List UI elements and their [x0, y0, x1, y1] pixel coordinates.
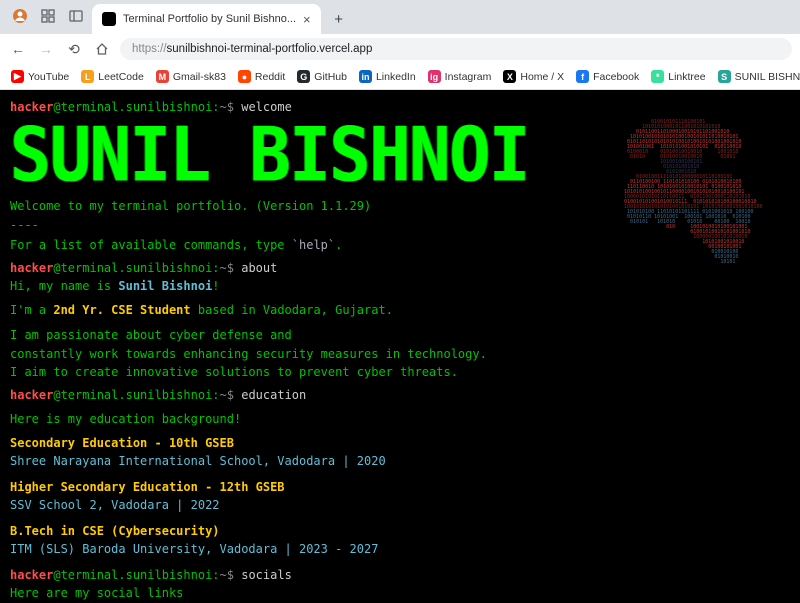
browser-tab[interactable]: Terminal Portfolio by Sunil Bishno... × [92, 4, 321, 34]
browser-toolbar: ← → ⟲ https://sunilbishnoi-terminal-port… [0, 34, 800, 64]
bookmark-icon: M [156, 70, 169, 83]
welcome-dashes: ---- [10, 216, 790, 235]
bookmark-label: SUNIL BISHNOI [735, 71, 800, 83]
bookmark-icon: S [718, 70, 731, 83]
bookmark-item[interactable]: X Home / X [498, 67, 569, 86]
bookmark-label: Facebook [593, 71, 639, 83]
bookmark-item[interactable]: L LeetCode [76, 67, 149, 86]
bookmark-label: LinkedIn [376, 71, 416, 83]
about-block: Hi, my name is Sunil Bishnoi! I'm a 2nd … [10, 277, 790, 382]
bookmark-icon: G [297, 70, 310, 83]
refresh-button[interactable]: ⟲ [64, 39, 84, 59]
bookmark-item[interactable]: S SUNIL BISHNOI [713, 67, 800, 86]
sidebar-icon[interactable] [68, 8, 84, 24]
bookmark-item[interactable]: in LinkedIn [354, 67, 421, 86]
forward-button: → [36, 39, 56, 59]
ascii-name-banner: SUNIL BISHNOI [10, 122, 790, 189]
prompt-line: hacker@terminal.sunilbishnoi:~$ educatio… [10, 386, 790, 404]
education-item: Higher Secondary Education - 12th GSEBSS… [10, 478, 790, 514]
education-heading: Here is my education background! [10, 410, 790, 428]
bookmark-label: Instagram [445, 71, 492, 83]
education-item: B.Tech in CSE (Cybersecurity)ITM (SLS) B… [10, 522, 790, 558]
bookmark-item[interactable]: ▶ YouTube [6, 67, 74, 86]
education-list: Secondary Education - 10th GSEBShree Nar… [10, 434, 790, 558]
welcome-line: Welcome to my terminal portfolio. (Versi… [10, 197, 790, 216]
bookmarks-bar: ▶ YouTube L LeetCode M Gmail-sk83 ● Reddit G GitH… [0, 64, 800, 90]
bookmark-label: Reddit [255, 71, 285, 83]
bookmark-item[interactable]: * Linktree [646, 67, 710, 86]
url-prefix: https:// [132, 43, 167, 55]
address-bar[interactable]: https://sunilbishnoi-terminal-portfolio.… [120, 38, 792, 60]
education-item: Secondary Education - 10th GSEBShree Nar… [10, 434, 790, 470]
bookmark-item[interactable]: ig Instagram [423, 67, 497, 86]
socials-heading: Here are my social links [10, 584, 790, 602]
education-desc: Shree Narayana International School, Vad… [10, 452, 790, 470]
education-title: Higher Secondary Education - 12th GSEB [10, 478, 790, 496]
bookmark-item[interactable]: ● Reddit [233, 67, 290, 86]
tab-title: Terminal Portfolio by Sunil Bishno... [123, 13, 296, 25]
new-tab-button[interactable]: + [327, 7, 351, 31]
bookmark-item[interactable]: f Facebook [571, 67, 644, 86]
bookmark-label: Linktree [668, 71, 705, 83]
profile-icon[interactable] [12, 8, 28, 24]
terminal-content[interactable]: 010010101110100101 101010100010110010101… [0, 90, 800, 603]
welcome-help-line: For a list of available commands, type `… [10, 236, 790, 255]
bookmark-item[interactable]: M Gmail-sk83 [151, 67, 231, 86]
bookmark-icon: X [503, 70, 516, 83]
education-title: B.Tech in CSE (Cybersecurity) [10, 522, 790, 540]
bookmark-icon: ● [238, 70, 251, 83]
bookmark-label: Home / X [520, 71, 564, 83]
bookmark-label: Gmail-sk83 [173, 71, 226, 83]
prompt-line: hacker@terminal.sunilbishnoi:~$ about [10, 259, 790, 277]
back-button[interactable]: ← [8, 39, 28, 59]
welcome-block: Welcome to my terminal portfolio. (Versi… [10, 197, 790, 255]
bookmark-icon: * [651, 70, 664, 83]
bookmark-item[interactable]: G GitHub [292, 67, 352, 86]
bookmark-icon: f [576, 70, 589, 83]
bookmark-label: LeetCode [98, 71, 144, 83]
home-button[interactable] [92, 39, 112, 59]
education-desc: SSV School 2, Vadodara | 2022 [10, 496, 790, 514]
browser-titlebar: Terminal Portfolio by Sunil Bishno... × … [0, 0, 800, 34]
bookmark-icon: in [359, 70, 372, 83]
education-desc: ITM (SLS) Baroda University, Vadodara | … [10, 540, 790, 558]
bookmark-label: GitHub [314, 71, 347, 83]
bookmark-icon: ig [428, 70, 441, 83]
prompt-line: hacker@terminal.sunilbishnoi:~$ socials [10, 566, 790, 584]
tab-favicon [102, 12, 116, 26]
tab-close-icon[interactable]: × [303, 12, 311, 27]
workspaces-icon[interactable] [40, 8, 56, 24]
bookmark-icon: L [81, 70, 94, 83]
education-title: Secondary Education - 10th GSEB [10, 434, 790, 452]
url-host: sunilbishnoi-terminal-portfolio.vercel.a… [167, 43, 373, 55]
bookmark-icon: ▶ [11, 70, 24, 83]
bookmark-label: YouTube [28, 71, 69, 83]
